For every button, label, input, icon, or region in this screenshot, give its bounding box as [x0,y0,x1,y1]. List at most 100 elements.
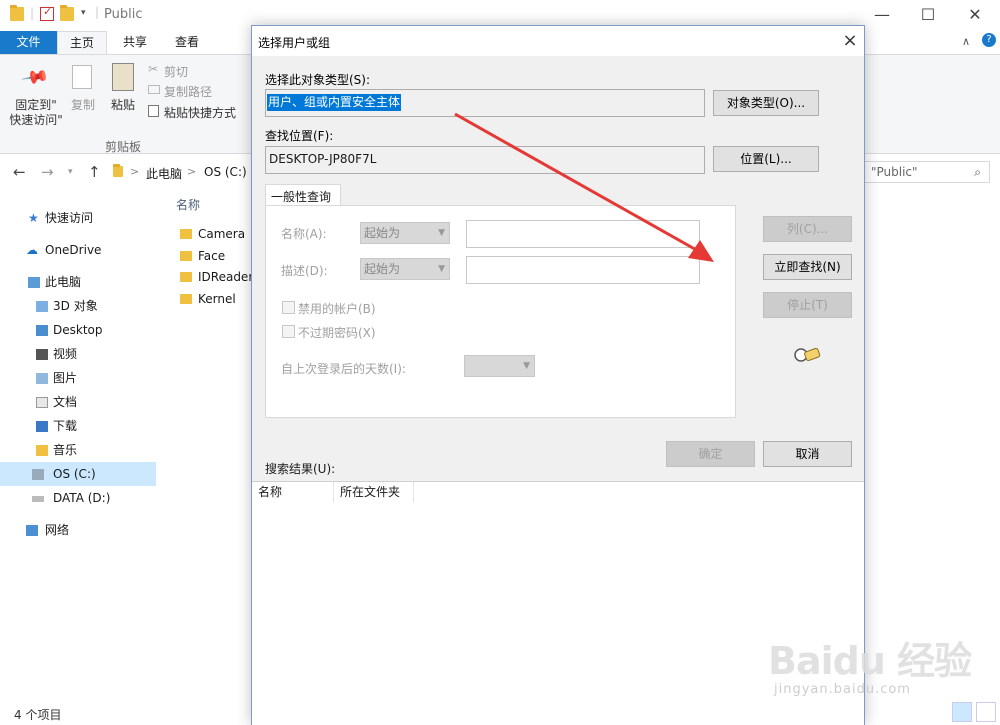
description-input[interactable] [466,256,700,284]
nav-item-network[interactable]: 网络 [0,518,156,542]
days-since-login-select[interactable]: ▼ [464,355,535,377]
file-list: 名称 Camera Face IDReader Kernel [170,190,255,320]
nav-label: OS (C:) [53,467,96,481]
find-now-button[interactable]: 立即查找(N) [763,254,852,280]
baidu-jingyan-watermark: Baidu 经验 jingyan.baidu.com [760,622,990,712]
description-match-value: 起始为 [364,262,401,276]
tab-view[interactable]: 查看 [162,31,212,54]
breadcrumb-this-pc[interactable]: 此电脑 [146,165,182,182]
nav-item-os-c[interactable]: OS (C:) [0,462,156,486]
nav-label: OneDrive [45,243,102,257]
object-type-value: 用户、组或内置安全主体 [267,94,402,111]
nav-item-quick-access[interactable]: ★ 快速访问 [0,206,156,230]
columns-button[interactable]: 列(C)... [763,216,852,242]
watermark-url: jingyan.baidu.com [774,682,911,697]
dialog-close-button[interactable]: × [838,29,862,53]
maximize-button[interactable]: ☐ [913,4,943,26]
back-arrow-icon[interactable]: ← [13,163,26,181]
object-type-label: 选择此对象类型(S): [265,73,371,87]
quick-access-dropdown-icon[interactable]: ▾ [81,8,86,18]
nav-label: Desktop [53,323,103,337]
search-results-label: 搜索结果(U): [265,462,336,476]
chevron-right-icon: > [130,165,140,178]
network-icon [26,525,38,536]
object-types-button[interactable]: 对象类型(O)... [713,90,819,116]
clipboard-icon [112,63,134,91]
copy-path-label: 复制路径 [164,85,213,99]
properties-checkbox-icon[interactable]: ✓ [40,5,54,21]
chevron-down-icon: ▼ [523,361,530,371]
column-header-name[interactable]: 名称 [176,196,200,213]
description-label: 描述(D): [281,264,328,278]
paste-label: 粘贴 [110,98,135,112]
copy-button[interactable]: 复制 [68,55,102,133]
name-input[interactable] [466,220,700,248]
search-flashlight-icon [792,344,822,364]
file-name: Camera [198,227,246,241]
nav-item-videos[interactable]: 视频 [0,342,156,366]
up-arrow-icon[interactable]: ↑ [88,163,101,181]
tab-common-queries[interactable]: 一般性查询 [265,184,341,206]
paste-button[interactable]: 粘贴 [106,55,140,133]
pin-icon: 📌 [20,62,51,93]
column-header-folder[interactable]: 所在文件夹 [334,482,414,502]
nav-label: 3D 对象 [53,299,98,313]
file-name: Face [198,249,226,263]
folder-icon [180,229,192,239]
pin-to-quick-access-button[interactable]: 📌 固定到" 快速访问" [0,55,68,133]
nav-item-onedrive[interactable]: ☁ OneDrive [0,238,156,262]
breadcrumb-drive[interactable]: OS (C:) [204,165,247,179]
paste-shortcut-icon [148,105,159,117]
cube-icon [36,301,48,312]
column-header-name[interactable]: 名称 [252,482,334,502]
chevron-down-icon: ▼ [438,264,445,274]
stop-button[interactable]: 停止(T) [763,292,852,318]
collapse-ribbon-icon[interactable]: ∧ [962,35,970,48]
days-since-login-label: 自上次登录后的天数(I): [281,362,406,376]
name-match-select[interactable]: 起始为 ▼ [360,222,450,244]
nav-item-data-d[interactable]: DATA (D:) [0,486,156,510]
nav-item-documents[interactable]: 文档 [0,390,156,414]
help-icon[interactable]: ? [982,33,996,47]
object-type-field: 用户、组或内置安全主体 [265,89,705,117]
file-name: Kernel [198,292,236,306]
clipboard-group-label: 剪贴板 [105,140,142,154]
search-placeholder: "Public" [871,165,918,179]
computer-icon [28,277,40,288]
folder-icon [113,164,123,177]
nav-item-this-pc[interactable]: 此电脑 [0,270,156,294]
video-icon [36,349,48,360]
forward-arrow-icon[interactable]: → [41,163,54,181]
nav-item-downloads[interactable]: 下载 [0,414,156,438]
tab-share[interactable]: 共享 [110,31,160,54]
navigation-pane: ★ 快速访问 ☁ OneDrive 此电脑 3D 对象 Desktop 视频 图… [0,190,160,700]
copy-icon [72,65,92,89]
new-folder-icon[interactable] [60,5,74,21]
nav-label: 快速访问 [45,211,94,225]
tab-home[interactable]: 主页 [57,31,107,54]
minimize-button[interactable]: — [867,4,897,26]
music-icon [36,445,48,456]
nav-label: 文档 [53,395,78,409]
nav-item-3d-objects[interactable]: 3D 对象 [0,294,156,318]
separator: | [30,6,35,20]
close-button[interactable]: ✕ [960,4,990,26]
search-input[interactable]: "Public" ⌕ [862,161,990,183]
cloud-icon: ☁ [26,243,38,257]
locations-button[interactable]: 位置(L)... [713,146,819,172]
tab-file[interactable]: 文件 [0,31,57,54]
ok-button[interactable]: 确定 [666,441,755,467]
nav-item-pictures[interactable]: 图片 [0,366,156,390]
name-label: 名称(A): [281,227,327,241]
desktop-icon [36,325,48,336]
nav-item-music[interactable]: 音乐 [0,438,156,462]
non-expiring-password-checkbox[interactable] [282,325,295,338]
cancel-button[interactable]: 取消 [763,441,852,467]
description-match-select[interactable]: 起始为 ▼ [360,258,450,280]
search-icon: ⌕ [974,165,981,179]
recent-dropdown-icon[interactable]: ▾ [68,167,73,177]
status-bar: 4 个项目 [0,700,250,725]
disabled-accounts-checkbox[interactable] [282,301,295,314]
select-users-or-groups-dialog: 选择用户或组 × 选择此对象类型(S): 用户、组或内置安全主体 对象类型(O)… [251,25,865,725]
nav-item-desktop[interactable]: Desktop [0,318,156,342]
